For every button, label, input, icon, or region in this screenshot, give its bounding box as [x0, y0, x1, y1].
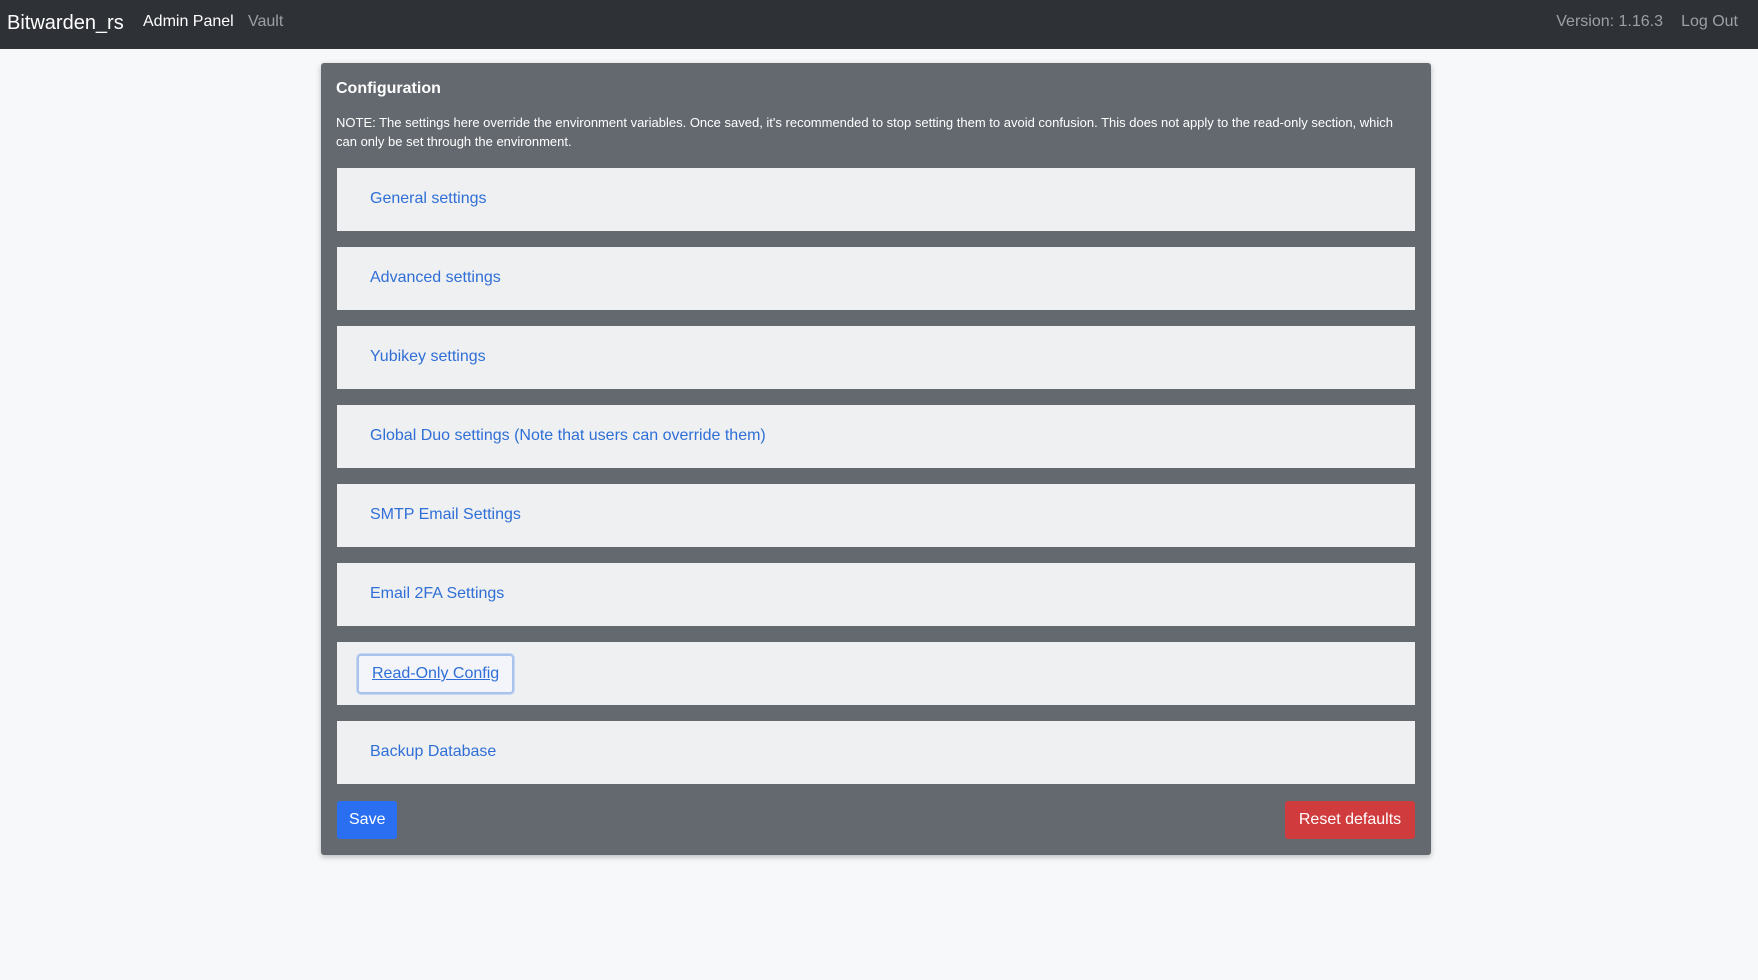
version-label: Version: 1.16.3 [1556, 13, 1663, 30]
configuration-card: Configuration NOTE: The settings here ov… [321, 63, 1431, 855]
section-backup-database-link[interactable]: Backup Database [370, 741, 496, 763]
section-smtp[interactable]: SMTP Email Settings [337, 484, 1415, 547]
section-general[interactable]: General settings [337, 168, 1415, 231]
section-read-only[interactable]: Read-Only Config [337, 642, 1415, 705]
save-button[interactable]: Save [337, 801, 397, 839]
section-yubikey-link[interactable]: Yubikey settings [370, 346, 486, 368]
section-duo[interactable]: Global Duo settings (Note that users can… [337, 405, 1415, 468]
card-title: Configuration [336, 80, 441, 97]
section-advanced[interactable]: Advanced settings [337, 247, 1415, 310]
top-navbar: Bitwarden_rs Admin Panel Vault Version: … [0, 0, 1758, 49]
section-yubikey[interactable]: Yubikey settings [337, 326, 1415, 389]
settings-sections: General settings Advanced settings Yubik… [337, 168, 1415, 800]
section-general-link[interactable]: General settings [370, 188, 487, 210]
section-email-2fa[interactable]: Email 2FA Settings [337, 563, 1415, 626]
section-duo-link[interactable]: Global Duo settings (Note that users can… [370, 425, 766, 447]
section-smtp-link[interactable]: SMTP Email Settings [370, 504, 521, 526]
section-read-only-link[interactable]: Read-Only Config [357, 654, 515, 694]
nav-admin-panel[interactable]: Admin Panel [143, 12, 234, 32]
section-advanced-link[interactable]: Advanced settings [370, 267, 501, 289]
section-backup-database[interactable]: Backup Database [337, 721, 1415, 784]
logout-link[interactable]: Log Out [1681, 12, 1738, 32]
nav-vault[interactable]: Vault [248, 12, 283, 32]
section-email-2fa-link[interactable]: Email 2FA Settings [370, 583, 504, 605]
reset-defaults-button[interactable]: Reset defaults [1285, 801, 1415, 839]
config-note: NOTE: The settings here override the env… [336, 115, 1394, 149]
brand-logo-text[interactable]: Bitwarden_rs [7, 11, 124, 35]
